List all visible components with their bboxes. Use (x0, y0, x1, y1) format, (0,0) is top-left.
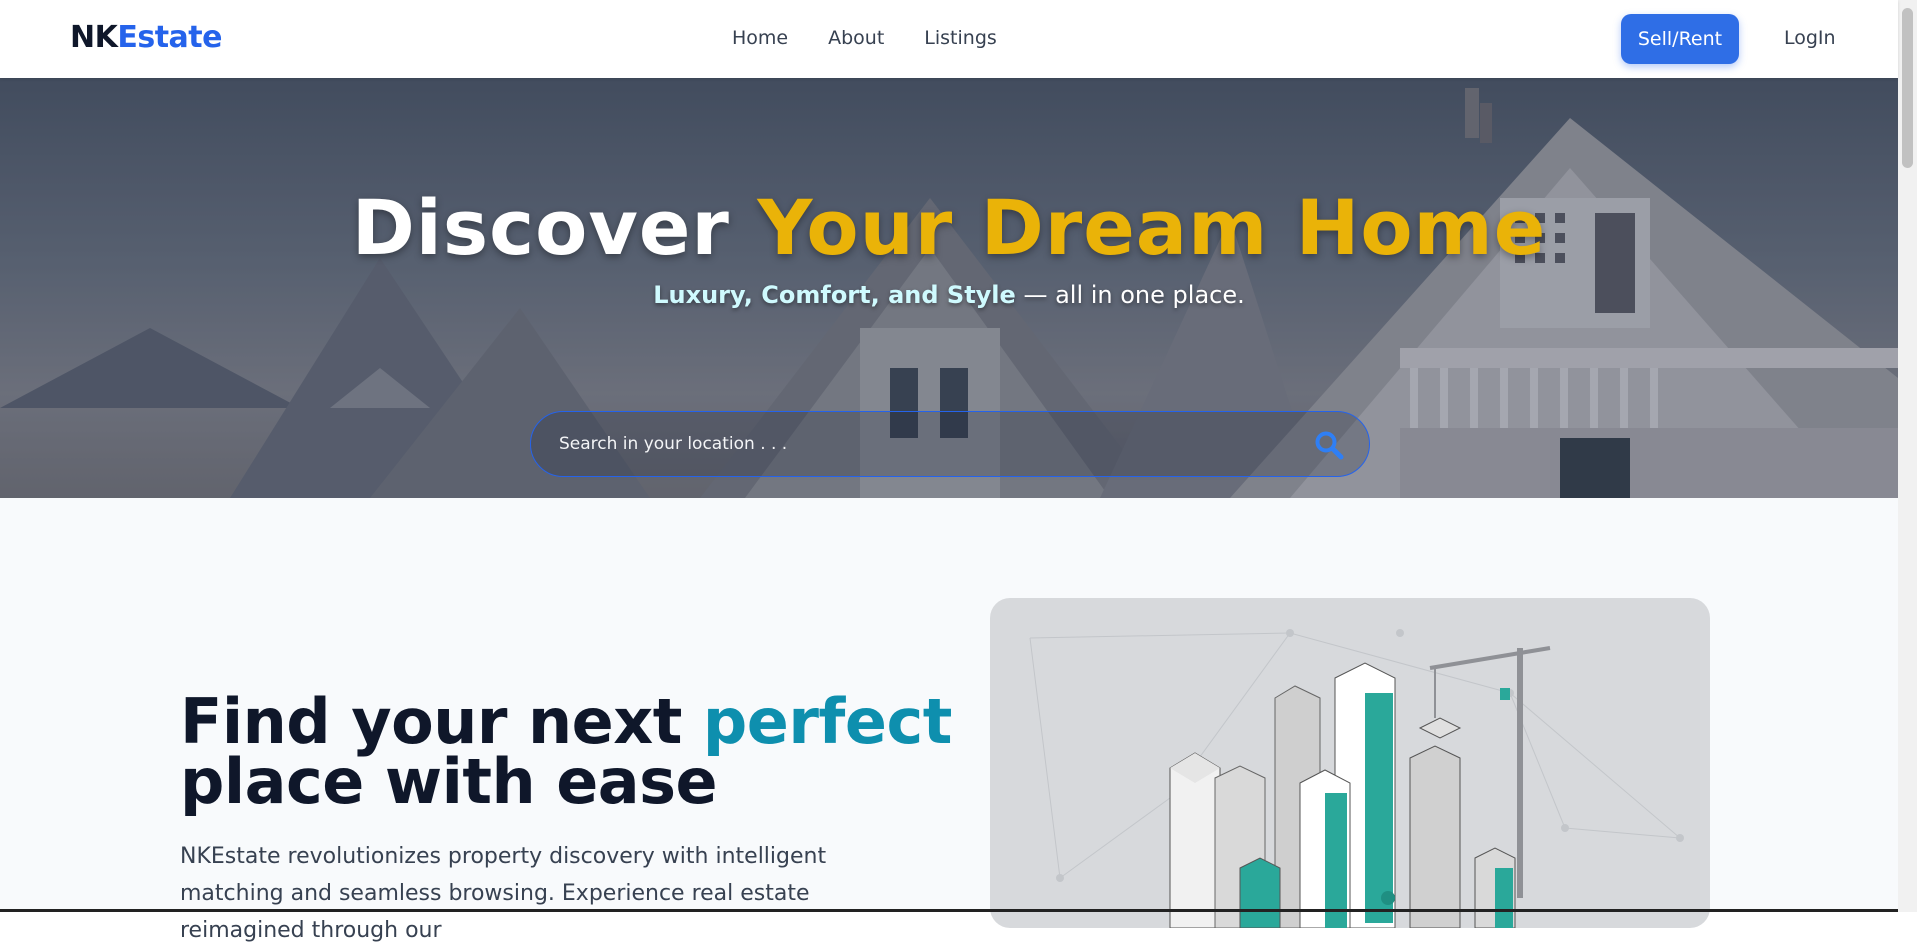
headline-accent: perfect (702, 685, 952, 758)
hero-title: Discover Your Dream Home (0, 183, 1898, 272)
logo-part1: NK (70, 20, 118, 55)
nav-link-home[interactable]: Home (732, 27, 788, 49)
hero-title-highlight: Your Dream Home (757, 183, 1547, 272)
sell-rent-button[interactable]: Sell/Rent (1621, 14, 1739, 64)
logo[interactable]: NKEstate (70, 20, 222, 55)
headline-part2: place with ease (180, 745, 718, 818)
page-scrollbar[interactable] (1898, 0, 1917, 912)
nav-link-listings[interactable]: Listings (924, 27, 997, 49)
city-buildings-image (1029, 629, 1684, 928)
feature-description: NKEstate revolutionizes property discove… (180, 844, 827, 943)
login-link[interactable]: LogIn (1784, 27, 1836, 49)
hero-section: Discover Your Dream Home Luxury, Comfort… (0, 78, 1898, 498)
hero-subtitle: Luxury, Comfort, and Style — all in one … (0, 281, 1898, 309)
search-input[interactable] (559, 412, 1299, 476)
nav-links: Home About Listings (732, 27, 997, 49)
hero-title-part1: Discover (351, 183, 758, 272)
feature-headline: Find your next perfect place with ease (180, 691, 952, 813)
navbar: NKEstate Home About Listings Sell/Rent L… (0, 0, 1898, 78)
logo-part2: Estate (117, 20, 222, 55)
city-illustration (990, 598, 1710, 928)
scrollbar-thumb[interactable] (1902, 8, 1913, 168)
nav-link-about[interactable]: About (828, 27, 884, 49)
hero-subtitle-rest: — all in one place. (1015, 281, 1245, 309)
search-bar (530, 411, 1370, 477)
search-icon[interactable] (1314, 430, 1344, 460)
hero-subtitle-strong: Luxury, Comfort, and Style (653, 281, 1016, 309)
